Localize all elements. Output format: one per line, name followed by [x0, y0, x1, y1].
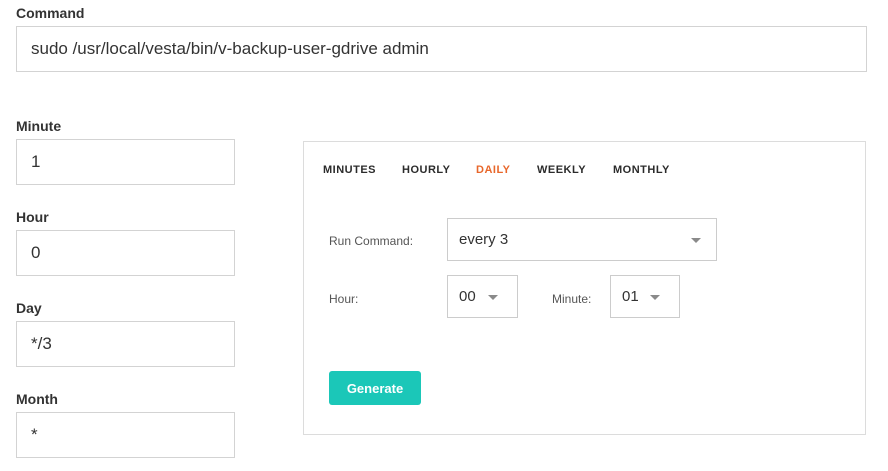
run-command-label: Run Command:	[329, 234, 414, 248]
chevron-down-icon	[488, 295, 498, 300]
minute-select[interactable]: 01	[610, 275, 680, 318]
hour-select-label: Hour:	[329, 292, 359, 306]
command-label: Command	[16, 5, 85, 21]
cron-generator-panel: MINUTES HOURLY DAILY WEEKLY MONTHLY Run …	[303, 141, 866, 435]
hour-input[interactable]: 0	[16, 230, 235, 276]
chevron-down-icon	[691, 238, 701, 243]
tab-monthly[interactable]: MONTHLY	[613, 164, 670, 176]
minute-input-value: 1	[31, 152, 41, 171]
day-label: Day	[16, 300, 42, 316]
day-input-value: */3	[31, 334, 52, 353]
hour-label: Hour	[16, 209, 49, 225]
chevron-down-icon	[650, 295, 660, 300]
run-command-select-value: every 3	[459, 231, 509, 248]
tab-minutes[interactable]: MINUTES	[323, 164, 376, 176]
command-input[interactable]: sudo /usr/local/vesta/bin/v-backup-user-…	[16, 26, 867, 72]
tab-daily[interactable]: DAILY	[476, 164, 511, 176]
month-input[interactable]: *	[16, 412, 235, 458]
hour-select-value: 00	[459, 288, 476, 305]
minute-select-label: Minute:	[552, 292, 592, 306]
day-input[interactable]: */3	[16, 321, 235, 367]
minute-label: Minute	[16, 118, 62, 134]
command-input-value: sudo /usr/local/vesta/bin/v-backup-user-…	[31, 39, 429, 58]
hour-select[interactable]: 00	[447, 275, 518, 318]
month-label: Month	[16, 391, 58, 407]
run-command-select[interactable]: every 3	[447, 218, 717, 261]
minute-input[interactable]: 1	[16, 139, 235, 185]
minute-select-value: 01	[622, 288, 639, 305]
tab-weekly[interactable]: WEEKLY	[537, 164, 586, 176]
generate-button[interactable]: Generate	[329, 371, 421, 405]
hour-input-value: 0	[31, 243, 41, 262]
tab-hourly[interactable]: HOURLY	[402, 164, 450, 176]
month-input-value: *	[31, 425, 38, 444]
